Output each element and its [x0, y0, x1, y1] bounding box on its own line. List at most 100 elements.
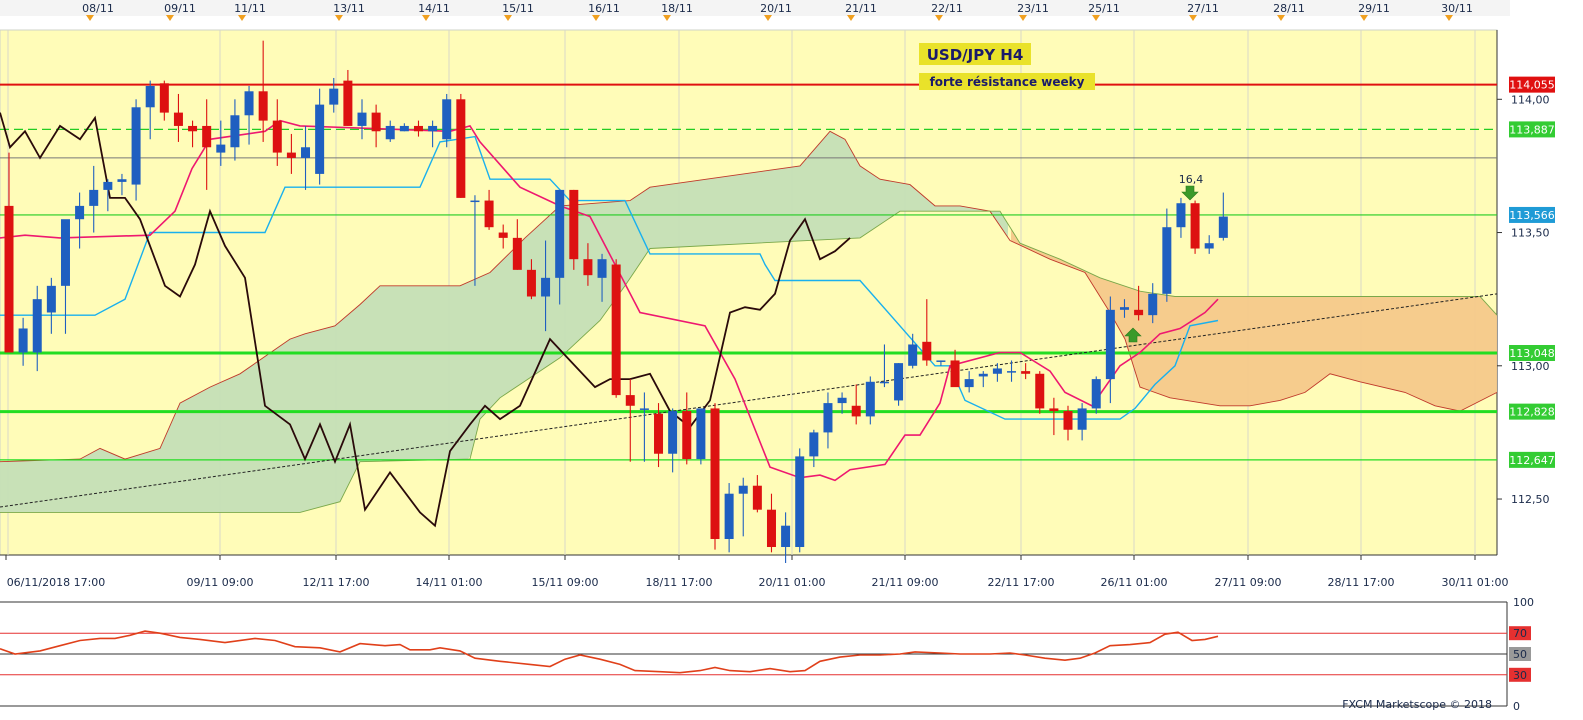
- candle-body: [837, 397, 847, 404]
- time-tick-label: 14/11 01:00: [416, 576, 483, 589]
- candle-body: [922, 341, 932, 361]
- top-date-label: 08/11: [82, 2, 114, 15]
- top-date-label: 21/11: [845, 2, 877, 15]
- rsi-level-label: 70: [1513, 627, 1527, 640]
- candle-body: [46, 285, 56, 313]
- top-date-label: 25/11: [1088, 2, 1120, 15]
- candle-body: [865, 381, 875, 417]
- session-marker-icon: [335, 15, 343, 21]
- candle-body: [188, 125, 198, 132]
- candle-body: [357, 112, 367, 126]
- candle-body: [159, 83, 169, 113]
- candle-body: [1176, 203, 1186, 228]
- candle-body: [710, 408, 720, 540]
- top-date-label: 27/11: [1187, 2, 1219, 15]
- candle-body: [103, 181, 113, 190]
- candle-body: [60, 219, 70, 286]
- top-date-label: 14/11: [418, 2, 450, 15]
- candle-body: [894, 363, 904, 401]
- candle-body: [512, 237, 522, 270]
- price-level-label: 112,647: [1509, 454, 1555, 467]
- candle-body: [230, 115, 240, 148]
- rsi-level-label: 30: [1513, 669, 1527, 682]
- candle-body: [117, 179, 127, 182]
- top-date-label: 29/11: [1358, 2, 1390, 15]
- candle-body: [32, 299, 42, 353]
- candle-body: [413, 125, 423, 132]
- candle-body: [682, 411, 692, 460]
- session-marker-icon: [1360, 15, 1368, 21]
- session-marker-icon: [592, 15, 600, 21]
- candle-body: [1218, 216, 1228, 238]
- candle-body: [936, 360, 946, 362]
- candle-body: [992, 368, 1002, 374]
- candle-body: [1204, 243, 1214, 249]
- candle-body: [202, 125, 212, 148]
- session-marker-icon: [663, 15, 671, 21]
- candle-body: [385, 125, 395, 140]
- time-tick-label: 15/11 09:00: [532, 576, 599, 589]
- top-date-label: 22/11: [931, 2, 963, 15]
- top-date-label: 11/11: [234, 2, 266, 15]
- candle-body: [1035, 373, 1045, 409]
- signal-label: 16,4: [1179, 173, 1204, 186]
- candle-body: [343, 80, 353, 126]
- candle-body: [625, 395, 635, 406]
- time-tick-label: 21/11 09:00: [872, 576, 939, 589]
- candle-body: [1063, 411, 1073, 430]
- session-marker-icon: [1019, 15, 1027, 21]
- top-date-label: 13/11: [333, 2, 365, 15]
- top-date-label: 20/11: [760, 2, 792, 15]
- candle-body: [950, 360, 960, 388]
- candle-body: [498, 232, 508, 238]
- candle-body: [569, 189, 579, 260]
- candle-body: [879, 381, 889, 384]
- session-marker-icon: [238, 15, 246, 21]
- top-date-label: 30/11: [1441, 2, 1473, 15]
- price-level-label: 113,048: [1509, 347, 1555, 360]
- top-date-label: 09/11: [164, 2, 196, 15]
- session-marker-icon: [1277, 15, 1285, 21]
- candle-body: [1190, 203, 1200, 249]
- candle-body: [1162, 227, 1172, 294]
- chart-annotation: forte résistance weeky: [930, 75, 1085, 89]
- rsi-level-label: 0: [1513, 700, 1520, 713]
- candle-body: [456, 99, 466, 198]
- candle-body: [173, 112, 183, 126]
- chart-title: USD/JPY H4: [927, 46, 1024, 64]
- candle-body: [555, 189, 565, 278]
- candle-body: [428, 125, 438, 132]
- candle-body: [1119, 307, 1129, 310]
- price-tick-label: 113,00: [1511, 360, 1550, 373]
- candle-body: [964, 379, 974, 388]
- candle-body: [1091, 379, 1101, 409]
- price-level-label: 112,828: [1509, 406, 1555, 419]
- candle-body: [301, 147, 311, 158]
- session-marker-icon: [935, 15, 943, 21]
- candle-body: [809, 432, 819, 457]
- candle-body: [1077, 408, 1087, 430]
- time-tick-label: 28/11 17:00: [1328, 576, 1395, 589]
- session-marker-icon: [1445, 15, 1453, 21]
- candle-body: [639, 408, 649, 410]
- candle-body: [1134, 309, 1144, 316]
- candle-body: [145, 85, 155, 108]
- candle-body: [752, 485, 762, 510]
- time-tick-label: 09/11 09:00: [187, 576, 254, 589]
- top-date-label: 16/11: [588, 2, 620, 15]
- time-tick-label: 12/11 17:00: [303, 576, 370, 589]
- candle-body: [766, 509, 776, 548]
- price-level-label: 113,566: [1509, 209, 1555, 222]
- candle-body: [399, 125, 409, 132]
- candle-body: [781, 525, 791, 548]
- candle-body: [526, 269, 536, 297]
- candle-body: [851, 405, 861, 417]
- price-level-label: 113,887: [1509, 123, 1555, 136]
- time-tick-label: 20/11 01:00: [759, 576, 826, 589]
- price-tick-label: 112,50: [1511, 493, 1550, 506]
- candle-body: [978, 373, 988, 377]
- candle-body: [724, 493, 734, 540]
- rsi-level-label: 50: [1513, 648, 1527, 661]
- candle-body: [4, 205, 14, 353]
- candle-body: [371, 112, 381, 132]
